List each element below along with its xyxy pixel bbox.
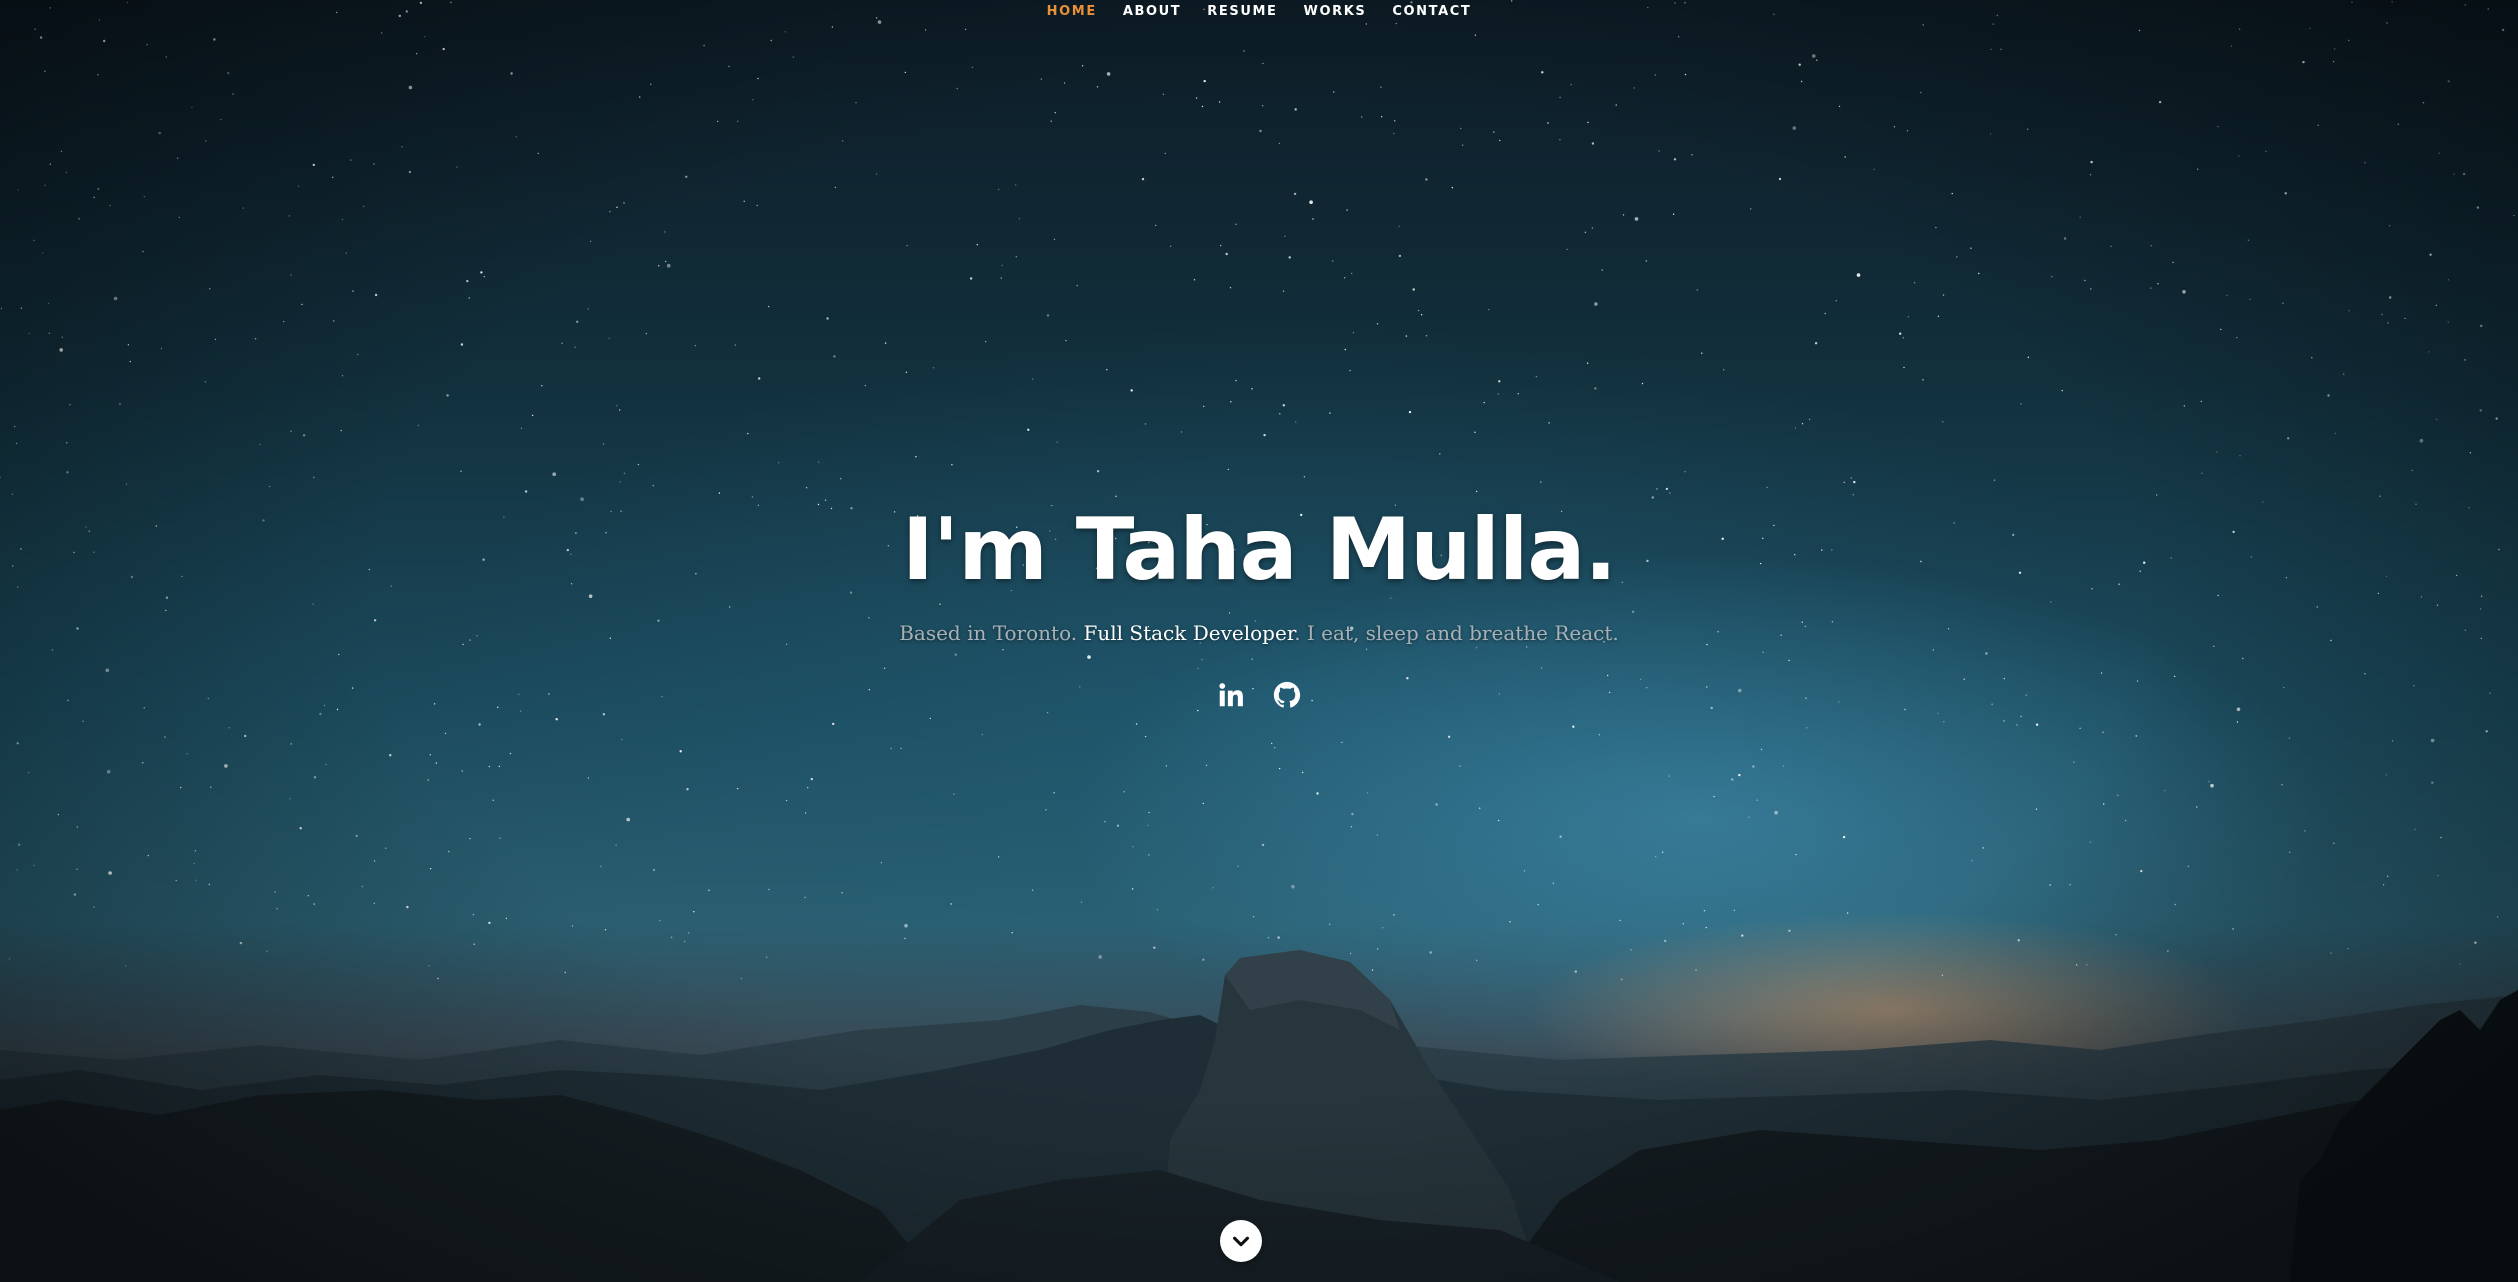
nav-item-about[interactable]: ABOUT [1123, 4, 1181, 19]
tagline-highlight: Full Stack Developer [1083, 621, 1295, 645]
github-icon[interactable] [1270, 678, 1304, 712]
scroll-down-button[interactable] [1220, 1220, 1262, 1262]
nav-item-works[interactable]: WORKS [1304, 4, 1367, 19]
main-nav: HOME ABOUT RESUME WORKS CONTACT [0, 0, 2518, 22]
nav-item-contact[interactable]: CONTACT [1392, 4, 1471, 19]
nav-item-resume[interactable]: RESUME [1207, 4, 1277, 19]
tagline: Based in Toronto. Full Stack Developer. … [0, 618, 2518, 648]
tagline-prefix: Based in Toronto. [899, 621, 1084, 645]
github-icon-glyph [1273, 681, 1301, 708]
tagline-suffix: . I eat, sleep and breathe React. [1294, 621, 1619, 645]
linkedin-icon[interactable] [1214, 678, 1248, 712]
page-title: I'm Taha Mulla. [901, 500, 1617, 600]
linkedin-icon-glyph [1219, 683, 1243, 707]
nav-item-home[interactable]: HOME [1047, 4, 1097, 19]
banner: I'm Taha Mulla. Based in Toronto. Full S… [0, 490, 2518, 712]
chevron-down-icon [1233, 1236, 1249, 1247]
social-links [0, 678, 2518, 712]
